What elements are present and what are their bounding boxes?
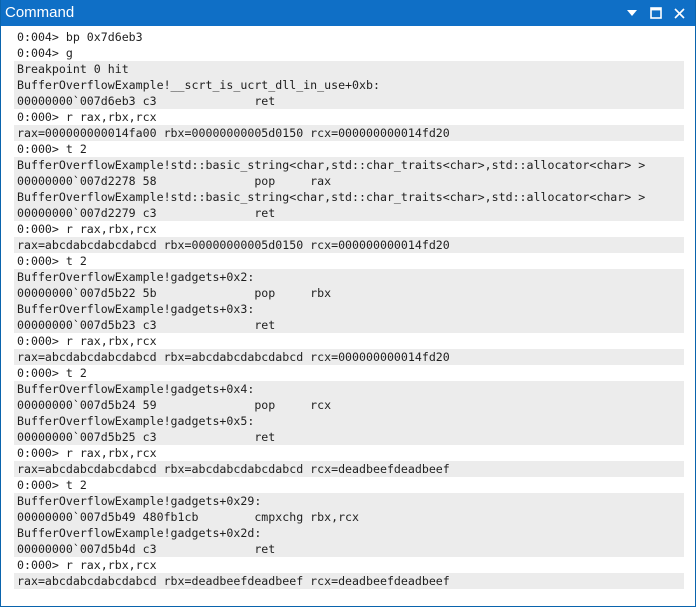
command-line: 0:000> r rax,rbx,rcx xyxy=(17,110,157,124)
maximize-icon[interactable] xyxy=(645,0,667,26)
output-line: BufferOverflowExample!gadgets+0x3: xyxy=(17,302,255,316)
command-input-line: 0:000> r rax,rbx,rcx xyxy=(14,557,684,573)
dropdown-arrow-icon[interactable] xyxy=(621,0,643,26)
output-block: rax=abcdabcdabcdabcd rbx=deadbeefdeadbee… xyxy=(14,573,684,589)
output-line: 00000000`007d5b25 c3 ret xyxy=(17,430,276,444)
output-line: BufferOverflowExample!gadgets+0x29: xyxy=(17,494,262,508)
close-icon[interactable] xyxy=(668,0,690,26)
output-block: Breakpoint 0 hit BufferOverflowExample!__… xyxy=(14,61,684,109)
output-line: 00000000`007d2279 c3 ret xyxy=(17,206,276,220)
command-line: 0:000> r rax,rbx,rcx xyxy=(17,334,157,348)
output-line: rax=abcdabcdabcdabcd rbx=abcdabcdabcdabc… xyxy=(17,462,450,476)
output-line: BufferOverflowExample!__scrt_is_ucrt_dll… xyxy=(17,78,380,92)
output-line: 00000000`007d5b22 5b pop rbx xyxy=(17,286,332,300)
command-line: 0:000> r rax,rbx,rcx xyxy=(17,558,157,572)
output-line: BufferOverflowExample!std::basic_string<… xyxy=(17,190,646,204)
output-block: BufferOverflowExample!gadgets+0x2: 000000… xyxy=(14,269,684,333)
output-block: rax=abcdabcdabcdabcd rbx=00000000005d015… xyxy=(14,237,684,253)
output-line: 00000000`007d5b4d c3 ret xyxy=(17,542,276,556)
output-line: rax=abcdabcdabcdabcd rbx=abcdabcdabcdabc… xyxy=(17,350,450,364)
output-line: rax=000000000014fa00 rbx=00000000005d015… xyxy=(17,126,450,140)
command-input-line: 0:000> r rax,rbx,rcx xyxy=(14,109,684,125)
output-line: 00000000`007d5b23 c3 ret xyxy=(17,318,276,332)
command-input-line: 0:004> bp 0x7d6eb3 xyxy=(14,29,684,45)
output-line: BufferOverflowExample!gadgets+0x5: xyxy=(17,414,255,428)
command-line: 0:000> r rax,rbx,rcx xyxy=(17,222,157,236)
output-line: Breakpoint 0 hit xyxy=(17,62,129,76)
command-input-line: 0:000> t 2 xyxy=(14,253,684,269)
command-input-line: 0:000> r rax,rbx,rcx xyxy=(14,333,684,349)
output-line: BufferOverflowExample!gadgets+0x4: xyxy=(17,382,255,396)
command-line: 0:000> t 2 xyxy=(17,478,87,492)
output-block: BufferOverflowExample!std::basic_string<… xyxy=(14,157,684,221)
command-window: Command 0:004> bp 0x7d6eb3 0:004> g Breakp… xyxy=(0,0,696,607)
output-line: rax=abcdabcdabcdabcd rbx=00000000005d015… xyxy=(17,238,450,252)
command-line: 0:000> t 2 xyxy=(17,254,87,268)
output-block: rax=abcdabcdabcdabcd rbx=abcdabcdabcdabc… xyxy=(14,349,684,365)
command-line: 0:000> t 2 xyxy=(17,366,87,380)
command-input-line: 0:000> r rax,rbx,rcx xyxy=(14,445,684,461)
output-line: 00000000`007d5b49 480fb1cb cmpxchg rbx,r… xyxy=(17,510,360,524)
output-line: BufferOverflowExample!gadgets+0x2d: xyxy=(17,526,262,540)
output-block: rax=abcdabcdabcdabcd rbx=abcdabcdabcdabc… xyxy=(14,461,684,477)
output-block: BufferOverflowExample!gadgets+0x4: 000000… xyxy=(14,381,684,445)
output-block: rax=000000000014fa00 rbx=00000000005d015… xyxy=(14,125,684,141)
output-line: rax=abcdabcdabcdabcd rbx=deadbeefdeadbee… xyxy=(17,574,450,588)
command-line: 0:004> bp 0x7d6eb3 xyxy=(17,30,143,44)
output-block: BufferOverflowExample!gadgets+0x29: 00000… xyxy=(14,493,684,557)
command-input-line: 0:004> g xyxy=(14,45,684,61)
output-line: 00000000`007d5b24 59 pop rcx xyxy=(17,398,332,412)
output-line: BufferOverflowExample!std::basic_string<… xyxy=(17,158,646,172)
command-input-line: 0:000> t 2 xyxy=(14,141,684,157)
command-line: 0:000> t 2 xyxy=(17,142,87,156)
command-line: 0:004> g xyxy=(17,46,73,60)
command-output[interactable]: 0:004> bp 0x7d6eb3 0:004> g Breakpoint 0 h… xyxy=(1,29,695,605)
command-input-line: 0:000> r rax,rbx,rcx xyxy=(14,221,684,237)
title-bar[interactable]: Command xyxy=(1,0,695,26)
command-input-line: 0:000> t 2 xyxy=(14,477,684,493)
window-title: Command xyxy=(5,4,75,21)
output-line: 00000000`007d6eb3 c3 ret xyxy=(17,94,276,108)
output-line: BufferOverflowExample!gadgets+0x2: xyxy=(17,270,255,284)
output-line: 00000000`007d2278 58 pop rax xyxy=(17,174,332,188)
command-line: 0:000> r rax,rbx,rcx xyxy=(17,446,157,460)
command-input-line: 0:000> t 2 xyxy=(14,365,684,381)
